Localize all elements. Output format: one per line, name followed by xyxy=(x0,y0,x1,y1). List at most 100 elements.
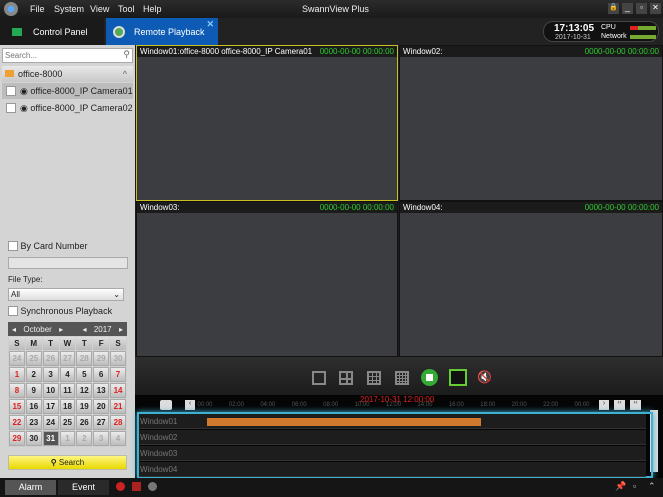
tab-control-panel[interactable]: Control Panel xyxy=(0,18,104,45)
mute-icon[interactable]: 🔇 xyxy=(477,370,492,384)
stop-all-button[interactable] xyxy=(421,369,438,386)
close-tab-icon[interactable]: ✕ xyxy=(206,19,214,30)
calendar-day[interactable]: 18 xyxy=(59,399,76,414)
calendar-day[interactable]: 20 xyxy=(93,399,110,414)
video-window-3[interactable]: Window03: 0000-00-00 00:00:00 xyxy=(136,201,398,357)
calendar-day[interactable]: 31 xyxy=(42,431,59,446)
file-type-select[interactable]: All ⌄ xyxy=(8,288,124,301)
calendar-day[interactable]: 30 xyxy=(110,351,126,366)
camera-item[interactable]: ◉ office-8000_IP Camera02 xyxy=(2,100,133,116)
calendar-day[interactable]: 2 xyxy=(25,367,42,382)
camera-checkbox[interactable] xyxy=(6,86,16,96)
video-window-4[interactable]: Window04: 0000-00-00 00:00:00 xyxy=(399,201,663,357)
sync-checkbox[interactable] xyxy=(8,306,18,316)
next-year-button[interactable]: ▸ xyxy=(119,325,123,334)
calendar-day[interactable]: 7 xyxy=(110,367,126,382)
calendar-day[interactable]: 29 xyxy=(93,351,110,366)
calendar-day[interactable]: 25 xyxy=(59,415,76,430)
timeline-next-button[interactable]: › xyxy=(599,400,609,410)
timeline-row[interactable] xyxy=(139,446,646,461)
calendar-day[interactable]: 3 xyxy=(93,431,110,446)
calendar-day[interactable]: 27 xyxy=(59,351,76,366)
timeline-row[interactable] xyxy=(139,462,646,477)
menu-system[interactable]: System xyxy=(54,4,84,14)
layout-3x3-icon[interactable] xyxy=(367,371,381,385)
event-tab[interactable]: Event xyxy=(58,480,109,495)
alarm-sound-icon[interactable] xyxy=(116,482,125,491)
search-button[interactable]: ⚲ Search xyxy=(8,455,127,470)
calendar-day[interactable]: 1 xyxy=(9,367,25,382)
camera-checkbox[interactable] xyxy=(6,103,16,113)
calendar-day[interactable]: 28 xyxy=(76,351,93,366)
fullscreen-button[interactable] xyxy=(449,369,467,386)
calendar-day[interactable]: 23 xyxy=(25,415,42,430)
maximize-button[interactable]: ▫ xyxy=(636,3,647,14)
calendar-day[interactable]: 27 xyxy=(93,415,110,430)
calendar-day[interactable]: 19 xyxy=(76,399,93,414)
video-window-1[interactable]: Window01:office-8000 office-8000_IP Came… xyxy=(136,45,398,201)
alarm-tab[interactable]: Alarm xyxy=(5,480,56,495)
pin-icon[interactable]: 📌 xyxy=(615,481,626,492)
calendar-day[interactable]: 3 xyxy=(42,367,59,382)
calendar-day[interactable]: 26 xyxy=(42,351,59,366)
calendar-day[interactable]: 29 xyxy=(9,431,25,446)
calendar-day[interactable]: 12 xyxy=(76,383,93,398)
calendar-day[interactable]: 24 xyxy=(9,351,25,366)
video-window-2[interactable]: Window02: 0000-00-00 00:00:00 xyxy=(399,45,663,201)
zoom-in-button[interactable]: ‹› xyxy=(614,400,625,410)
timeline-row[interactable] xyxy=(139,430,646,445)
camera-item[interactable]: ◉ office-8000_IP Camera01 xyxy=(2,83,133,99)
calendar-day[interactable]: 1 xyxy=(59,431,76,446)
calendar-day[interactable]: 17 xyxy=(42,399,59,414)
zoom-out-button[interactable]: ›‹ xyxy=(630,400,641,410)
prev-year-button[interactable]: ◂ xyxy=(82,325,86,334)
calendar-day[interactable]: 4 xyxy=(59,367,76,382)
calendar-day[interactable]: 8 xyxy=(9,383,25,398)
mute-alarm-icon[interactable] xyxy=(148,482,157,491)
calendar-day[interactable]: 11 xyxy=(59,383,76,398)
by-card-option[interactable]: By Card Number xyxy=(8,241,88,253)
menu-view[interactable]: View xyxy=(90,4,109,14)
calendar-day[interactable]: 25 xyxy=(25,351,42,366)
minimize-button[interactable]: _ xyxy=(622,3,633,14)
by-card-checkbox[interactable] xyxy=(8,241,18,251)
calendar-day[interactable]: 28 xyxy=(110,415,126,430)
calendar-day[interactable]: 16 xyxy=(25,399,42,414)
calendar-day[interactable]: 10 xyxy=(42,383,59,398)
calendar-day[interactable]: 6 xyxy=(93,367,110,382)
calendar-day[interactable]: 14 xyxy=(110,383,126,398)
calendar-day[interactable]: 15 xyxy=(9,399,25,414)
search-icon[interactable]: ⚲ xyxy=(123,49,130,60)
calendar-day[interactable]: 30 xyxy=(25,431,42,446)
timeline-prev-button[interactable]: ‹ xyxy=(185,400,195,410)
menu-tool[interactable]: Tool xyxy=(118,4,135,14)
tab-remote-playback[interactable]: Remote Playback ✕ xyxy=(106,18,218,45)
calendar-day[interactable]: 5 xyxy=(76,367,93,382)
calendar-day[interactable]: 24 xyxy=(42,415,59,430)
lock-icon[interactable]: 🔒 xyxy=(608,3,619,14)
close-button[interactable]: ✕ xyxy=(650,3,661,14)
calendar-day[interactable]: 22 xyxy=(9,415,25,430)
calendar-day[interactable]: 26 xyxy=(76,415,93,430)
card-number-input[interactable] xyxy=(8,257,128,269)
menu-file[interactable]: File xyxy=(30,4,45,14)
layout-2x2-icon[interactable] xyxy=(339,371,353,385)
next-month-button[interactable]: ▸ xyxy=(59,325,63,334)
sync-playback-option[interactable]: Synchronous Playback xyxy=(8,306,112,318)
calendar-day[interactable]: 9 xyxy=(25,383,42,398)
window-icon[interactable]: ▫ xyxy=(633,481,636,491)
calendar-day[interactable]: 13 xyxy=(93,383,110,398)
group-office-8000[interactable]: office-8000 ^ xyxy=(2,66,133,82)
alarm-output-icon[interactable] xyxy=(132,482,141,491)
calendar-day[interactable]: 21 xyxy=(110,399,126,414)
layout-1x1-icon[interactable] xyxy=(312,371,326,385)
timeline-clip-button[interactable] xyxy=(160,400,172,410)
menu-help[interactable]: Help xyxy=(143,4,162,14)
recording-segment[interactable] xyxy=(206,418,482,426)
calendar-day[interactable]: 4 xyxy=(110,431,126,446)
layout-4x4-icon[interactable] xyxy=(395,371,409,385)
collapse-up-icon[interactable]: ⌃ xyxy=(648,481,656,492)
search-input[interactable] xyxy=(3,49,113,62)
prev-month-button[interactable]: ◂ xyxy=(12,325,16,334)
calendar-day[interactable]: 2 xyxy=(76,431,93,446)
